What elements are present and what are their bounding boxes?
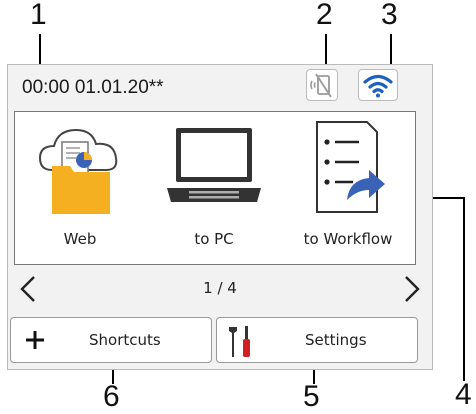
settings-label: Settings [305, 331, 367, 349]
workflow-list-icon [316, 121, 385, 213]
cloud-folder-icon [38, 128, 118, 214]
laptop-icon [167, 128, 261, 202]
leader-line-1 [39, 34, 41, 68]
plus-icon [26, 331, 44, 349]
no-mobile-icon [310, 73, 332, 98]
callout-4: 4 [455, 378, 472, 411]
wifi-status-button[interactable] [358, 69, 398, 101]
chevron-right-icon [405, 276, 420, 302]
callout-1: 1 [30, 0, 47, 31]
page-indicator: 1 / 4 [203, 279, 237, 297]
app-to-workflow-label: to Workflow [303, 230, 393, 248]
next-page-button[interactable] [392, 271, 428, 307]
nfc-status-button[interactable] [306, 69, 338, 101]
shortcuts-label: Shortcuts [89, 331, 161, 349]
app-to-pc-label: to PC [194, 230, 234, 248]
shortcuts-button[interactable]: Shortcuts [10, 317, 212, 363]
app-panel: Web to PC to Workflow [14, 111, 416, 265]
callout-6: 6 [103, 380, 120, 413]
callout-3: 3 [381, 0, 398, 31]
leader-line-3 [390, 34, 392, 68]
pager: 1 / 4 [8, 271, 432, 307]
wifi-icon [363, 74, 393, 98]
leader-line-2 [325, 34, 327, 68]
tools-icon [229, 326, 250, 357]
app-to-workflow[interactable]: to Workflow [283, 112, 413, 264]
settings-button[interactable]: Settings [216, 317, 418, 363]
app-web[interactable]: Web [15, 112, 145, 264]
app-web-label: Web [63, 230, 97, 248]
lcd-screen: 00:00 01.01.20** Web to PC to Workflow 1… [7, 64, 433, 370]
callout-2: 2 [316, 0, 333, 31]
app-to-pc[interactable]: to PC [149, 112, 279, 264]
callout-5: 5 [303, 380, 320, 413]
date-time: 00:00 01.01.20** [22, 77, 164, 98]
leader-line-4v [463, 197, 465, 381]
